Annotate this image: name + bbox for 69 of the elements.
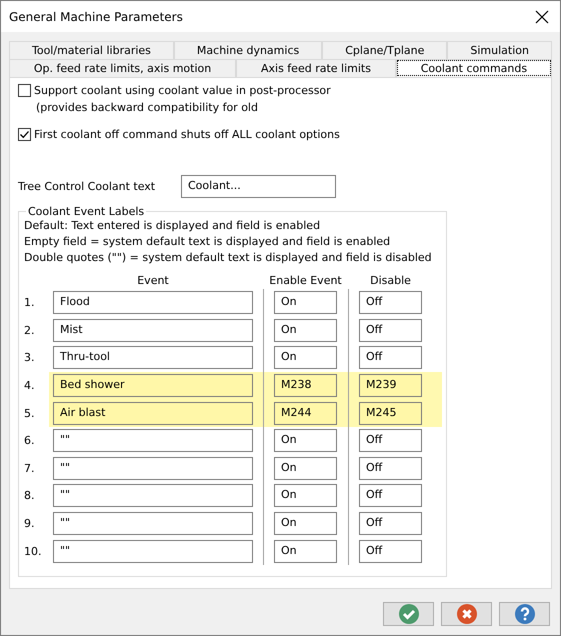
input-field[interactable]: "" — [53, 512, 253, 536]
row-number: 6. — [24, 434, 36, 448]
column-header: Enable Event — [269, 274, 342, 287]
input-field[interactable]: Flood — [53, 291, 253, 314]
input-field[interactable]: Off — [359, 456, 422, 480]
input-field[interactable]: M244 — [274, 402, 337, 425]
input-field[interactable]: "" — [53, 429, 253, 452]
checkbox[interactable] — [18, 84, 31, 97]
row-number: 8. — [24, 489, 36, 502]
tab[interactable]: Simulation — [447, 41, 552, 59]
input-field[interactable]: "" — [53, 484, 253, 508]
row-number: 5. — [24, 406, 36, 420]
tab[interactable]: Cplane/Tplane — [322, 41, 448, 59]
window-title: General Machine Parameters — [9, 10, 183, 24]
input-field[interactable]: M245 — [359, 402, 422, 425]
close-icon[interactable] — [534, 8, 550, 24]
close-icon — [456, 604, 476, 624]
input-field[interactable]: Bed shower — [53, 374, 253, 398]
row-number: 9. — [24, 517, 36, 530]
input-field[interactable]: On — [274, 540, 337, 563]
input-field[interactable]: On — [274, 484, 337, 508]
column-header: Disable — [370, 274, 411, 287]
note-text: Empty field = system default text is displayed and field is enabled — [24, 234, 392, 250]
row-number: 10. — [24, 544, 42, 558]
field-label: Tree Control Coolant text — [18, 180, 156, 193]
input-field[interactable]: On — [274, 456, 337, 480]
cancel-button[interactable] — [441, 602, 492, 626]
checkbox-label: Support coolant using coolant value in post-processor — [34, 84, 331, 97]
column-header: Event — [137, 274, 169, 287]
tab[interactable]: Axis feed rate limits — [236, 59, 396, 77]
checkbox[interactable] — [18, 128, 31, 141]
help-button[interactable] — [499, 602, 550, 626]
checkbox-label: First coolant off command shuts off ALL coolant options — [34, 128, 340, 141]
input-field[interactable]: Off — [359, 346, 422, 370]
input-field[interactable]: Off — [359, 318, 422, 342]
input-field[interactable]: On — [274, 512, 337, 536]
ok-button[interactable] — [383, 602, 434, 626]
input-field[interactable]: On — [274, 346, 337, 370]
input-field[interactable]: M238 — [274, 374, 337, 398]
row-number: 7. — [24, 462, 36, 475]
tab[interactable]: Coolant commands — [396, 59, 552, 77]
tab[interactable]: Op. feed rate limits, axis motion — [9, 59, 236, 77]
input-field[interactable]: Off — [359, 540, 422, 563]
check-icon — [398, 604, 418, 624]
group-title: Coolant Event Labels — [27, 205, 146, 218]
input-field[interactable]: "" — [53, 540, 253, 563]
input-field[interactable]: Mist — [53, 318, 253, 342]
input-field[interactable]: Thru-tool — [53, 346, 253, 370]
input-field[interactable]: Off — [359, 484, 422, 508]
input-field[interactable]: On — [274, 291, 337, 314]
input-field[interactable]: Coolant... — [181, 175, 336, 198]
tab[interactable]: Machine dynamics — [174, 41, 322, 59]
note-text: Double quotes ("") = system default text is displayed and field is disabled — [24, 250, 433, 266]
input-field[interactable]: On — [274, 318, 337, 342]
input-field[interactable]: Off — [359, 512, 422, 536]
input-field[interactable]: Off — [359, 429, 422, 452]
input-field[interactable]: Off — [359, 291, 422, 314]
input-field[interactable]: Air blast — [53, 402, 253, 425]
tab[interactable]: Tool/material libraries — [9, 41, 174, 59]
input-field[interactable]: M239 — [359, 374, 422, 398]
row-number: 2. — [24, 324, 36, 337]
option-note: (provides backward compatibility for old — [36, 101, 259, 114]
row-number: 4. — [24, 379, 36, 392]
row-number: 1. — [24, 296, 36, 310]
row-number: 3. — [24, 351, 36, 364]
input-field[interactable]: On — [274, 429, 337, 452]
input-field[interactable]: "" — [53, 456, 253, 480]
note-text: Default: Text entered is displayed and field is enabled — [24, 218, 322, 234]
help-icon — [514, 604, 534, 624]
